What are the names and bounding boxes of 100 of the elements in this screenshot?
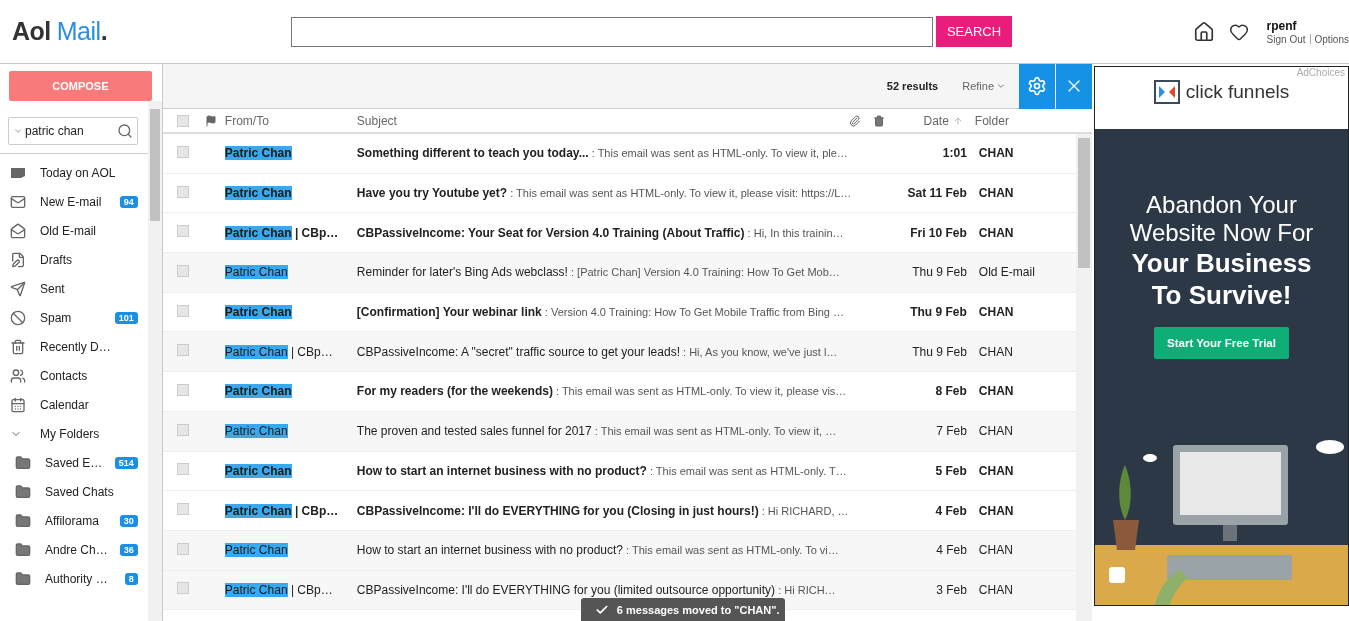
- message-row[interactable]: Patric Chan How to start an internet business with no product? : This email was sent as HTML-only. To vi… 4 Feb CHAN: [162, 530, 1076, 571]
- close-button[interactable]: [1056, 63, 1092, 109]
- folder-cell-text: Old E-mail: [978, 265, 1036, 280]
- column-header[interactable]: Date: [923, 113, 949, 128]
- date-cell-text: 4 Feb: [934, 503, 967, 518]
- nav-item[interactable]: Saved Chats: [0, 477, 148, 506]
- row-checkbox[interactable]: [176, 582, 189, 595]
- nav-item[interactable]: Affilorama 30: [0, 506, 148, 535]
- mail-icon: [10, 193, 26, 210]
- folder-cell-text: CHAN: [978, 186, 1015, 201]
- folder-cell-text: CHAN: [978, 503, 1015, 518]
- message-row[interactable]: Patric Chan | CBp… CBPassiveIncome: A "secret" traffic source to get your leads! : Hi, As you know, we've just l… Thu 9 Feb CHAN: [162, 332, 1076, 373]
- paperclip-icon: [848, 114, 861, 127]
- nav-item[interactable]: Saved E… 514: [0, 448, 148, 477]
- sender-cell-text: Patric Chan: [224, 384, 293, 399]
- sender-cell-text: Patric Chan: [224, 305, 293, 320]
- nav-item[interactable]: New E-mail 94: [0, 187, 148, 216]
- folder-cell-text: CHAN: [978, 582, 1014, 597]
- folder-cell-text: CHAN: [978, 543, 1014, 558]
- nav-item[interactable]: Spam 101: [0, 303, 148, 332]
- row-checkbox[interactable]: [176, 145, 189, 158]
- caret-icon: [996, 81, 1006, 91]
- sender-cell-text: Patric Chan: [224, 543, 289, 558]
- subject-cell-text: How to start an internet business with no product? : This email was sent as HTML-only. To vi…: [356, 543, 840, 558]
- subject-cell-text: CBPassiveIncome: Your Seat for Version 4.0 Training (About Traffic) : Hi, In this trainin…: [356, 225, 845, 240]
- subject-cell-text: CBPassiveIncome: I'll do EVERYTHING for you (limited outsource opportunity) : Hi RICH…: [356, 582, 837, 597]
- nav-item[interactable]: Today on AOL: [0, 158, 148, 187]
- sender-cell-text: Patric Chan | CBp…: [224, 225, 340, 240]
- nav-item[interactable]: Calendar: [0, 390, 148, 419]
- folder-cell-text: CHAN: [978, 463, 1015, 478]
- row-checkbox[interactable]: [176, 463, 189, 476]
- message-row[interactable]: Patric Chan Reminder for later's Bing Ads webclass! : [Patric Chan] Version 4.0 Training: How To Get Mob… Thu 9 Feb Old E-mail: [162, 253, 1076, 293]
- sender-cell-text: Patric Chan | CBp…: [224, 503, 340, 518]
- open-mail-icon: [10, 222, 26, 239]
- sign-out-link[interactable]: Sign Out: [1266, 33, 1306, 45]
- date-cell-text: 7 Feb: [935, 424, 967, 439]
- home-icon[interactable]: [1192, 20, 1215, 43]
- date-cell-text: Thu 9 Feb: [911, 344, 967, 359]
- row-checkbox[interactable]: [176, 185, 189, 198]
- search-button[interactable]: SEARCH: [936, 16, 1012, 47]
- count-badge: 8: [124, 572, 138, 585]
- nav-item[interactable]: Old E-mail: [0, 216, 148, 245]
- refine-button[interactable]: Refine: [956, 79, 1012, 93]
- folder-icon: [15, 570, 31, 587]
- nav-item[interactable]: Sent: [0, 274, 148, 303]
- folder-cell-text: CHAN: [978, 344, 1014, 359]
- sender-cell-text: Patric Chan | CBp…: [224, 582, 334, 597]
- column-header[interactable]: Subject: [356, 113, 397, 128]
- settings-icon: [1027, 76, 1047, 96]
- date-cell-text: 1:01: [941, 146, 967, 161]
- scrollbar[interactable]: [1076, 134, 1092, 621]
- column-header[interactable]: From/To: [224, 113, 269, 128]
- options-link[interactable]: Options: [1314, 33, 1349, 45]
- subject-cell-text: Have you try Youtube yet? : This email was sent as HTML-only. To view it, please visit: https://L…: [356, 186, 853, 201]
- row-checkbox[interactable]: [176, 344, 189, 357]
- scrollbar[interactable]: [147, 101, 162, 621]
- subject-cell-text: Something different to teach you today... : This email was sent as HTML-only. To view it, ple…: [356, 146, 849, 161]
- date-cell-text: 3 Feb: [935, 582, 967, 597]
- date-cell-text: Sat 11 Feb: [906, 186, 967, 201]
- row-checkbox[interactable]: [176, 383, 189, 396]
- send-icon: [10, 280, 26, 297]
- heart-icon[interactable]: [1228, 21, 1249, 42]
- row-checkbox[interactable]: [176, 423, 189, 436]
- count-badge: 514: [114, 456, 138, 469]
- date-cell-text: 4 Feb: [935, 543, 967, 558]
- trash-icon: [10, 338, 26, 355]
- trash-icon: [872, 114, 885, 127]
- contacts-icon: [10, 367, 26, 384]
- message-row[interactable]: Patric Chan The proven and tested sales funnel for 2017 : This email was sent as HTML-only. To view it, … 7 Feb CHAN: [162, 411, 1076, 452]
- row-checkbox[interactable]: [176, 503, 189, 516]
- nav-item[interactable]: Authority … 8: [0, 564, 148, 593]
- subject-cell-text: Reminder for later's Bing Ads webclass! : [Patric Chan] Version 4.0 Training: How To Get Mob…: [356, 265, 841, 280]
- folder-group[interactable]: My Folders: [0, 419, 148, 448]
- subject-cell-text: How to start an internet business with no product? : This email was sent as HTML-only. T…: [356, 463, 848, 478]
- filter-field[interactable]: patric chan: [8, 117, 138, 145]
- settings-button[interactable]: [1019, 63, 1055, 109]
- ad-headline: Abandon Your Website Now For: [1128, 191, 1315, 247]
- search-field[interactable]: [291, 16, 933, 47]
- folder-icon: [15, 483, 31, 500]
- select-all-checkbox[interactable]: [176, 114, 189, 127]
- date-cell-text: Fri 10 Feb: [909, 225, 967, 240]
- drafts-icon: [10, 251, 26, 268]
- nav-item[interactable]: Andre Ch… 36: [0, 535, 148, 564]
- subject-cell-text: [Confirmation] Your webinar link : Version 4.0 Training: How To Get Mobile Traffic from Bing …: [356, 305, 845, 320]
- sender-cell-text: Patric Chan: [224, 146, 293, 161]
- nav-item[interactable]: Drafts: [0, 245, 148, 274]
- sort-arrow-icon: [952, 115, 963, 126]
- folder-cell-text: CHAN: [978, 424, 1014, 439]
- row-checkbox[interactable]: [176, 264, 189, 277]
- sender-cell-text: Patric Chan: [224, 265, 289, 280]
- folder-icon: [15, 454, 31, 471]
- sender-cell-text: Patric Chan: [224, 424, 289, 439]
- row-checkbox[interactable]: [176, 542, 189, 555]
- nav-item[interactable]: Contacts: [0, 361, 148, 390]
- row-checkbox[interactable]: [176, 304, 189, 317]
- column-header[interactable]: Folder: [974, 113, 1009, 128]
- date-cell-text: 5 Feb: [934, 463, 967, 478]
- nav-item[interactable]: Recently D…: [0, 332, 148, 361]
- user-name: rpenf: [1266, 18, 1298, 33]
- row-checkbox[interactable]: [176, 225, 189, 238]
